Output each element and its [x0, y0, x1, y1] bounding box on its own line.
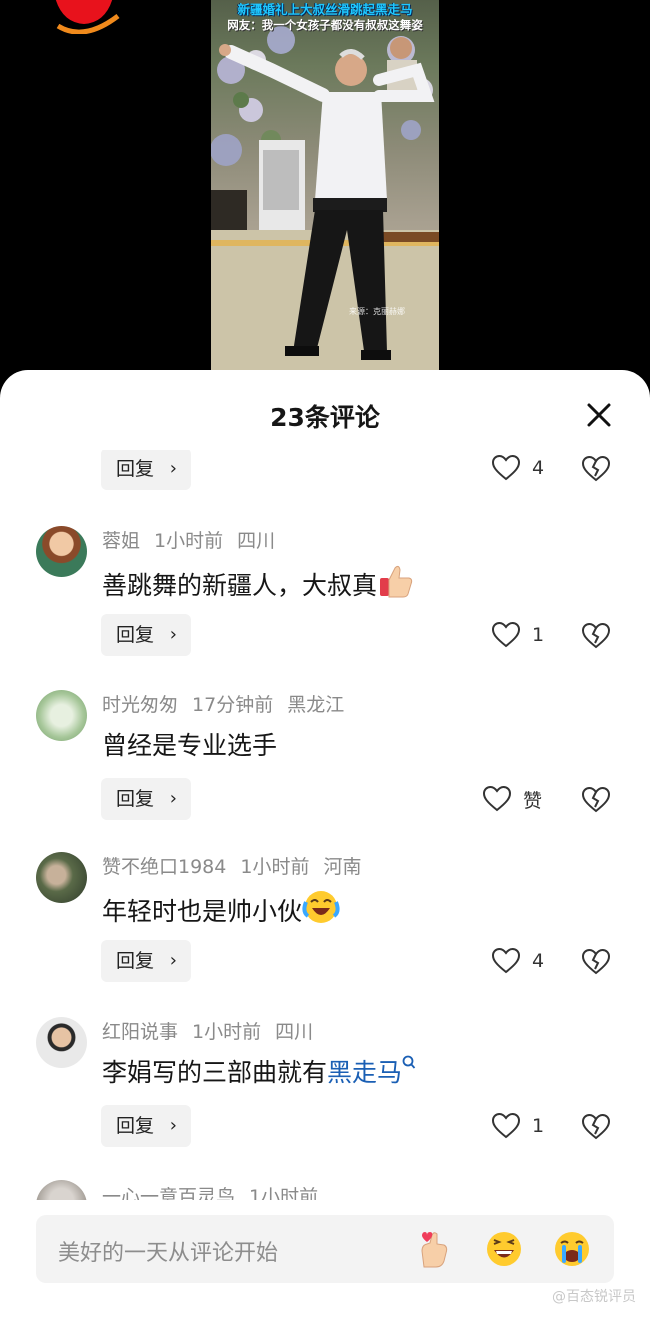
footer-watermark: @百态锐评员: [552, 1289, 636, 1305]
broken-heart-icon[interactable]: [582, 455, 610, 483]
video-source-watermark: 来源：克丽赫娜: [349, 307, 405, 316]
heart-icon: [492, 455, 520, 481]
video-frame[interactable]: 新疆婚礼上大叔丝滑跳起黑走马 网友：我一个女孩子都没有叔叔这舞姿 来源：克丽赫娜: [211, 0, 439, 372]
like-button[interactable]: 4: [492, 453, 552, 483]
like-button[interactable]: 赞: [483, 784, 543, 814]
like-count: 4: [532, 457, 545, 479]
laugh-cry-emoji: [302, 891, 340, 923]
comment-username[interactable]: 一心一意百灵鸟: [102, 1186, 235, 1200]
heart-icon: [492, 1113, 520, 1139]
reply-button[interactable]: 回复 ›: [101, 614, 191, 656]
reply-label: 回复: [116, 788, 155, 810]
comment-time: 1小时前: [154, 530, 224, 552]
comment-time: 1小时前: [240, 856, 310, 878]
comment-username[interactable]: 红阳说事: [102, 1021, 178, 1043]
like-count: 4: [532, 950, 545, 972]
chevron-right-icon: ›: [169, 458, 177, 479]
comment-sheet: 23条评论 回复 › 4 蓉姐 1小时前 四川 善跳舞的新疆人，大叔真 回复 ›…: [0, 370, 650, 1319]
comment-text-content: 善跳舞的新疆人，大叔真: [102, 571, 378, 600]
comment-count-title: 23条评论: [270, 403, 380, 432]
search-link[interactable]: 黑走马: [327, 1055, 416, 1087]
like-button[interactable]: 4: [492, 946, 552, 976]
avatar[interactable]: [36, 690, 87, 741]
broken-heart-icon[interactable]: [582, 1113, 610, 1141]
comment-time: 1小时前: [249, 1186, 319, 1200]
reply-label: 回复: [116, 624, 155, 646]
comment-list[interactable]: 回复 › 4 蓉姐 1小时前 四川 善跳舞的新疆人，大叔真 回复 › 1 时光匆…: [0, 450, 650, 1200]
comment-text: 曾经是专业选手: [102, 731, 278, 760]
finger-heart-emoji[interactable]: [414, 1229, 454, 1269]
comment-time: 17分钟前: [192, 694, 274, 716]
reply-button[interactable]: 回复 ›: [101, 450, 191, 490]
heart-icon: [492, 622, 520, 648]
like-button[interactable]: 1: [492, 620, 552, 650]
comment-meta: 蓉姐 1小时前 四川: [102, 526, 289, 553]
reply-label: 回复: [116, 1115, 155, 1137]
like-button[interactable]: 1: [492, 1111, 552, 1141]
comment-meta: 红阳说事 1小时前 四川: [102, 1017, 327, 1044]
like-count: 1: [532, 624, 545, 646]
comment-text: 善跳舞的新疆人，大叔真: [102, 562, 415, 602]
video-caption-title: 新疆婚礼上大叔丝滑跳起黑走马: [237, 2, 413, 17]
comment-input[interactable]: 美好的一天从评论开始: [36, 1215, 614, 1283]
comment-location: 四川: [237, 530, 276, 552]
reply-label: 回复: [116, 950, 155, 972]
heart-icon: [483, 786, 511, 812]
crying-emoji[interactable]: [552, 1229, 592, 1269]
heart-icon: [492, 948, 520, 974]
broken-heart-icon[interactable]: [582, 622, 610, 650]
chevron-right-icon: ›: [169, 788, 177, 809]
grin-emoji[interactable]: [484, 1229, 524, 1269]
broken-heart-icon[interactable]: [582, 948, 610, 976]
comment-text-content: 李娟写的三部曲就有: [102, 1058, 328, 1087]
video-caption-subtitle: 网友：我一个女孩子都没有叔叔这舞姿: [227, 18, 423, 32]
avatar[interactable]: [36, 526, 87, 577]
avatar[interactable]: [36, 852, 87, 903]
search-icon: [402, 1055, 416, 1069]
comment-meta: 时光匆匆 17分钟前 黑龙江: [102, 690, 358, 717]
comment-text: 年轻时也是帅小伙: [102, 888, 340, 928]
like-count: 1: [532, 1115, 545, 1137]
chevron-right-icon: ›: [169, 950, 177, 971]
video-player[interactable]: 新疆婚礼上大叔丝滑跳起黑走马 网友：我一个女孩子都没有叔叔这舞姿 来源：克丽赫娜: [0, 0, 650, 400]
reply-button[interactable]: 回复 ›: [101, 1105, 191, 1147]
comment-time: 1小时前: [192, 1021, 262, 1043]
search-link-text: 黑走马: [327, 1058, 403, 1087]
comment-meta: 赞不绝口1984 1小时前 河南: [102, 852, 375, 879]
thumbs-up-emoji: [380, 565, 413, 598]
chevron-right-icon: ›: [169, 624, 177, 645]
red-badge-icon: [55, 0, 120, 34]
comment-username[interactable]: 赞不绝口1984: [102, 856, 226, 878]
comment-location: 河南: [323, 856, 362, 878]
avatar[interactable]: [36, 1180, 87, 1200]
comment-meta: 一心一意百灵鸟 1小时前: [102, 1182, 332, 1200]
chevron-right-icon: ›: [169, 1115, 177, 1136]
comment-username[interactable]: 时光匆匆: [102, 694, 178, 716]
close-icon[interactable]: [584, 400, 614, 430]
comment-username[interactable]: 蓉姐: [102, 530, 140, 552]
comment-location: 黑龙江: [287, 694, 345, 716]
reply-label: 回复: [116, 458, 155, 480]
comment-text: 李娟写的三部曲就有黑走马: [102, 1053, 416, 1089]
reply-button[interactable]: 回复 ›: [101, 778, 191, 820]
reply-button[interactable]: 回复 ›: [101, 940, 191, 982]
avatar[interactable]: [36, 1017, 87, 1068]
broken-heart-icon[interactable]: [582, 786, 610, 814]
comment-input-placeholder: 美好的一天从评论开始: [58, 1241, 279, 1266]
comment-location: 四川: [275, 1021, 314, 1043]
like-count: 赞: [523, 789, 543, 812]
comment-text-content: 年轻时也是帅小伙: [102, 897, 303, 926]
